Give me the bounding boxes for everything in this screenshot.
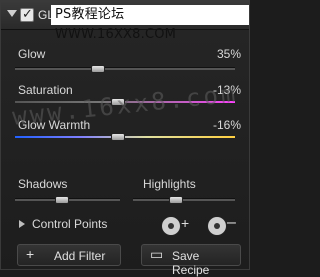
control-points-label: Control Points — [32, 217, 108, 231]
add-control-point-button[interactable] — [161, 216, 181, 236]
slider-label-saturation: Saturation — [18, 83, 73, 97]
add-filter-button[interactable]: + Add Filter — [17, 244, 121, 266]
filter-enable-checkbox[interactable]: ✓ — [20, 6, 34, 22]
slider-label-shadows: Shadows — [18, 177, 68, 191]
slider-track-shadows[interactable] — [15, 196, 120, 204]
slider-label-glow: Glow — [18, 47, 46, 61]
checkmark-icon: ✓ — [22, 6, 33, 21]
filter-panel: ✓ GL PS教程论坛 WWW.16XX8.COM Glow 35% Satur… — [0, 0, 250, 277]
expand-arrow-icon[interactable] — [19, 220, 25, 228]
save-recipe-button[interactable]: ▭ Save Recipe — [141, 244, 241, 277]
save-recipe-label: Save Recipe — [172, 249, 210, 277]
bottom-toolbar: + Add Filter ▭ Save Recipe — [1, 241, 249, 277]
slider-thumb-highlights[interactable] — [169, 196, 183, 204]
slider-thumb-glow[interactable] — [91, 65, 105, 73]
filter-header: ✓ GL PS教程论坛 WWW.16XX8.COM — [1, 1, 249, 42]
slider-track-glow-warmth[interactable] — [15, 133, 235, 141]
slider-thumb-glow-warmth[interactable] — [111, 133, 125, 141]
slider-thumb-shadows[interactable] — [55, 196, 69, 204]
slider-track-glow[interactable] — [15, 65, 235, 73]
remove-control-point-button[interactable] — [207, 216, 227, 236]
minus-icon: – — [227, 214, 236, 231]
add-filter-label: Add Filter — [54, 249, 106, 263]
plus-icon: + — [26, 246, 35, 262]
slider-value-glow-warmth: -16% — [212, 118, 241, 132]
plus-icon: + — [181, 215, 190, 231]
slider-label-highlights: Highlights — [143, 177, 196, 191]
watermark-banner: PS教程论坛 WWW.16XX8.COM — [51, 5, 249, 42]
slider-value-glow: 35% — [216, 47, 241, 61]
collapse-triangle-icon[interactable] — [7, 10, 17, 17]
save-icon: ▭ — [150, 246, 164, 262]
slider-track-highlights[interactable] — [133, 196, 235, 204]
control-points-row: Control Points + – — [1, 214, 249, 236]
